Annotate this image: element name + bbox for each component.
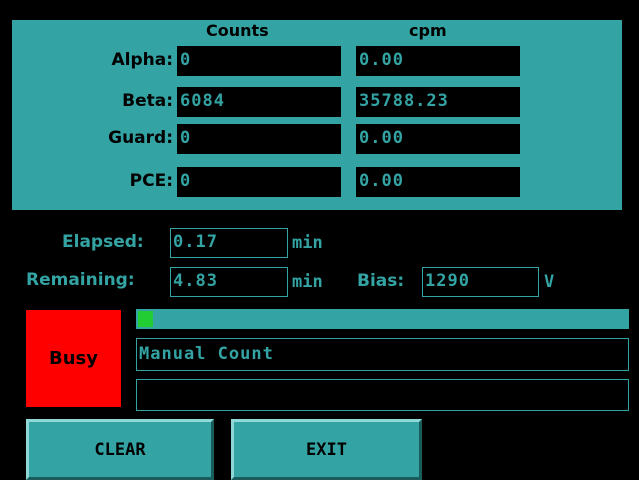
cpm-header: cpm: [409, 21, 447, 40]
alpha-cpm-field: 0.00: [356, 46, 520, 76]
busy-status-label: Busy: [49, 348, 98, 369]
progress-bar-fill: [138, 311, 153, 327]
alpha-counts-field: 0: [177, 46, 341, 76]
beta-label: Beta:: [122, 91, 173, 111]
progress-bar: [136, 309, 629, 329]
counts-header: Counts: [206, 21, 269, 40]
elapsed-field: 0.17: [170, 228, 288, 258]
elapsed-label: Elapsed:: [62, 232, 144, 252]
remaining-unit: min: [292, 272, 323, 292]
guard-label: Guard:: [108, 128, 173, 148]
status-message-field: Manual Count: [136, 338, 629, 371]
guard-counts-field: 0: [177, 124, 341, 154]
pce-label: PCE:: [129, 171, 173, 191]
clear-button[interactable]: CLEAR: [26, 419, 214, 480]
bias-label: Bias:: [357, 271, 405, 291]
elapsed-unit: min: [292, 233, 323, 253]
busy-status-indicator: Busy: [26, 310, 121, 407]
beta-cpm-field: 35788.23: [356, 87, 520, 117]
beta-counts-field: 6084: [177, 87, 341, 117]
exit-button-label: EXIT: [306, 439, 347, 460]
clear-button-label: CLEAR: [94, 439, 146, 460]
remaining-label: Remaining:: [26, 270, 135, 290]
guard-cpm-field: 0.00: [356, 124, 520, 154]
exit-button[interactable]: EXIT: [231, 419, 422, 480]
status-message-field-secondary: [136, 379, 629, 411]
pce-counts-field: 0: [177, 167, 341, 197]
alpha-label: Alpha:: [111, 50, 173, 70]
bias-unit: V: [544, 272, 555, 292]
pce-cpm-field: 0.00: [356, 167, 520, 197]
remaining-field: 4.83: [170, 267, 288, 297]
bias-field: 1290: [422, 267, 539, 297]
